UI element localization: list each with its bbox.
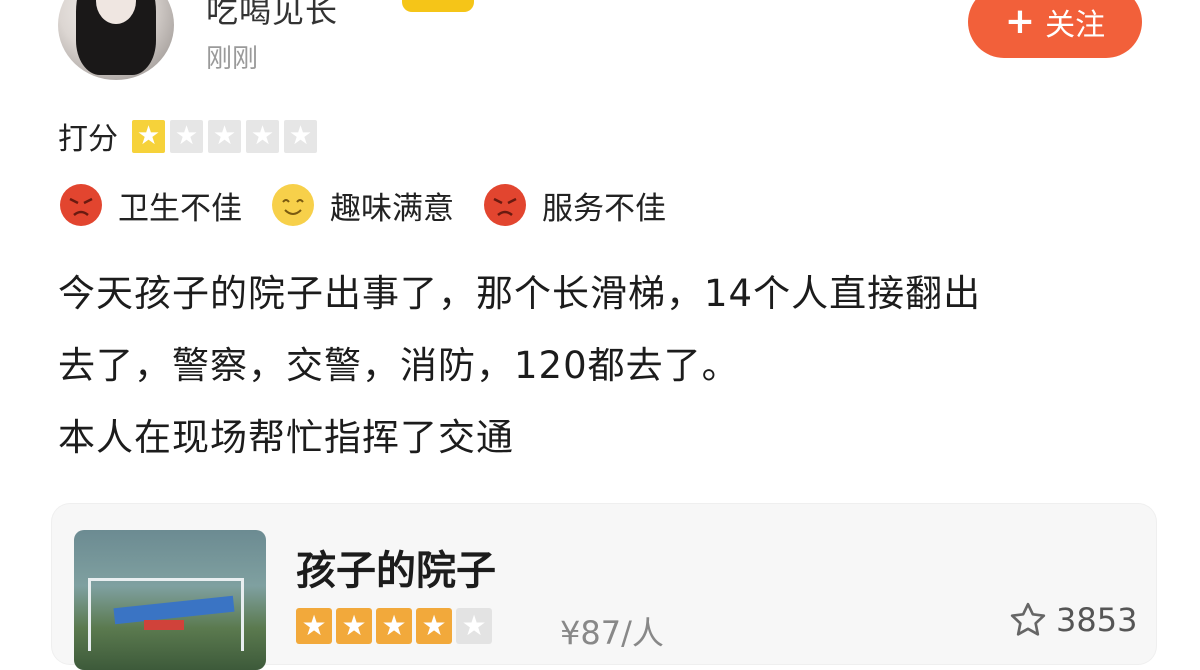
star-empty-icon: ★ [246, 119, 279, 153]
favorite-button[interactable]: 3853 [1008, 600, 1137, 640]
user-level-badge [402, 0, 474, 12]
post-time: 刚刚 [206, 44, 259, 74]
star-filled-icon: ★ [376, 608, 412, 644]
place-card[interactable]: 孩子的院子 ★ ★ ★ ★ ★ ¥87/人 3853 [52, 504, 1156, 670]
smile-face-icon [272, 184, 314, 226]
plus-icon: + [1004, 1, 1036, 42]
favorite-count: 3853 [1056, 601, 1138, 639]
star-filled-icon: ★ [132, 119, 165, 153]
star-empty-icon: ★ [456, 608, 492, 644]
review-tags: 卫生不佳 趣味满意 服务不佳 [58, 182, 694, 228]
angry-face-icon [60, 184, 102, 226]
place-price: ¥87/人 [560, 614, 664, 652]
rating-row: 打分 ★ ★ ★ ★ ★ [58, 114, 317, 158]
rating-stars: ★ ★ ★ ★ ★ [132, 119, 317, 153]
user-avatar[interactable] [58, 0, 174, 80]
follow-button[interactable]: + 关注 [968, 0, 1142, 58]
star-empty-icon: ★ [208, 119, 241, 153]
place-title: 孩子的院子 [296, 548, 496, 594]
star-empty-icon: ★ [170, 119, 203, 153]
angry-face-icon [484, 184, 526, 226]
place-thumbnail [74, 530, 266, 670]
review-tag: 服务不佳 [482, 182, 666, 228]
username[interactable]: 吃喝见长 [206, 0, 338, 32]
review-tag-label: 服务不佳 [542, 190, 666, 227]
review-tag: 趣味满意 [270, 182, 454, 228]
thumb-detail [144, 620, 184, 630]
review-line: 本人在现场帮忙指挥了交通 [58, 416, 514, 459]
star-filled-icon: ★ [296, 608, 332, 644]
review-tag: 卫生不佳 [58, 182, 242, 228]
review-line: 今天孩子的院子出事了，那个长滑梯，14个人直接翻出 [58, 272, 982, 315]
star-outline-icon [1010, 602, 1046, 636]
star-filled-icon: ★ [416, 608, 452, 644]
review-body: 今天孩子的院子出事了，那个长滑梯，14个人直接翻出 去了，警察，交警，消防，120… [58, 258, 1148, 474]
review-tag-label: 趣味满意 [330, 190, 454, 227]
review-line: 去了，警察，交警，消防，120都去了。 [58, 344, 740, 387]
star-filled-icon: ★ [336, 608, 372, 644]
rating-label: 打分 [58, 122, 118, 157]
star-empty-icon: ★ [284, 119, 317, 153]
follow-button-label: 关注 [1045, 8, 1106, 43]
review-tag-label: 卫生不佳 [118, 190, 242, 227]
place-rating-stars: ★ ★ ★ ★ ★ [296, 608, 492, 644]
